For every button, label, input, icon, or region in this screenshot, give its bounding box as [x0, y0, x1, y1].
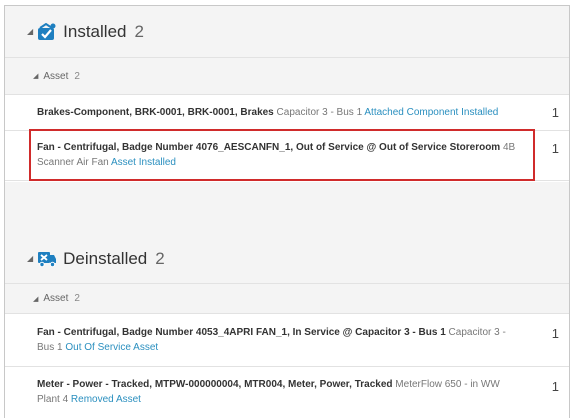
row-asset-name: Fan - Centrifugal, Badge Number 4053_4AP…	[37, 327, 446, 338]
row-text: Brakes-Component, BRK-0001, BRK-0001, Br…	[37, 105, 525, 120]
deinstalled-group-count: 2	[155, 248, 165, 268]
expand-triangle-icon[interactable]: ◢	[33, 72, 38, 80]
deinstalled-group-header[interactable]: ◢ Deinstalled 2	[5, 234, 569, 284]
row-quantity: 1	[551, 141, 559, 156]
installed-check-icon	[37, 22, 57, 41]
deinstalled-asset-label: Asset	[43, 293, 69, 304]
row-quantity: 1	[551, 326, 559, 341]
highlight-box	[29, 129, 535, 181]
installed-group-count: 2	[134, 21, 144, 41]
deinstalled-group-title: Deinstalled	[63, 248, 148, 268]
row-text: Meter - Power - Tracked, MTPW-000000004,…	[37, 377, 525, 407]
installed-asset-count: 2	[74, 70, 80, 82]
installed-base-panel: ◢ Installed 2 ◢ Asset 2 Brakes-Component…	[4, 5, 570, 418]
table-row[interactable]: Meter - Power - Tracked, MTPW-000000004,…	[5, 367, 569, 418]
group-separator	[5, 182, 569, 234]
installed-asset-label: Asset	[43, 70, 69, 82]
row-quantity: 1	[551, 379, 559, 394]
installed-asset-subheader[interactable]: ◢ Asset 2	[5, 58, 569, 95]
row-status-link[interactable]: Removed Asset	[71, 394, 141, 405]
table-row[interactable]: Brakes-Component, BRK-0001, BRK-0001, Br…	[5, 95, 569, 131]
row-status-link[interactable]: Out Of Service Asset	[65, 342, 158, 353]
row-status-link[interactable]: Attached Component Installed	[364, 107, 498, 118]
installed-group-title: Installed	[63, 21, 127, 41]
installed-group-header[interactable]: ◢ Installed 2	[5, 6, 569, 58]
expand-triangle-icon[interactable]: ◢	[27, 254, 33, 263]
expand-triangle-icon[interactable]: ◢	[33, 295, 38, 303]
row-text: Fan - Centrifugal, Badge Number 4053_4AP…	[37, 325, 525, 355]
expand-triangle-icon[interactable]: ◢	[27, 27, 33, 36]
row-quantity: 1	[551, 105, 559, 120]
deinstalled-asset-subheader[interactable]: ◢ Asset 2	[5, 284, 569, 314]
deinstalled-truck-icon	[37, 250, 57, 268]
deinstalled-asset-count: 2	[74, 293, 80, 304]
row-description: Capacitor 3 - Bus 1	[276, 107, 363, 118]
row-asset-name: Meter - Power - Tracked, MTPW-000000004,…	[37, 379, 393, 390]
table-row[interactable]: Fan - Centrifugal, Badge Number 4053_4AP…	[5, 314, 569, 367]
row-asset-name: Brakes-Component, BRK-0001, BRK-0001, Br…	[37, 107, 274, 118]
